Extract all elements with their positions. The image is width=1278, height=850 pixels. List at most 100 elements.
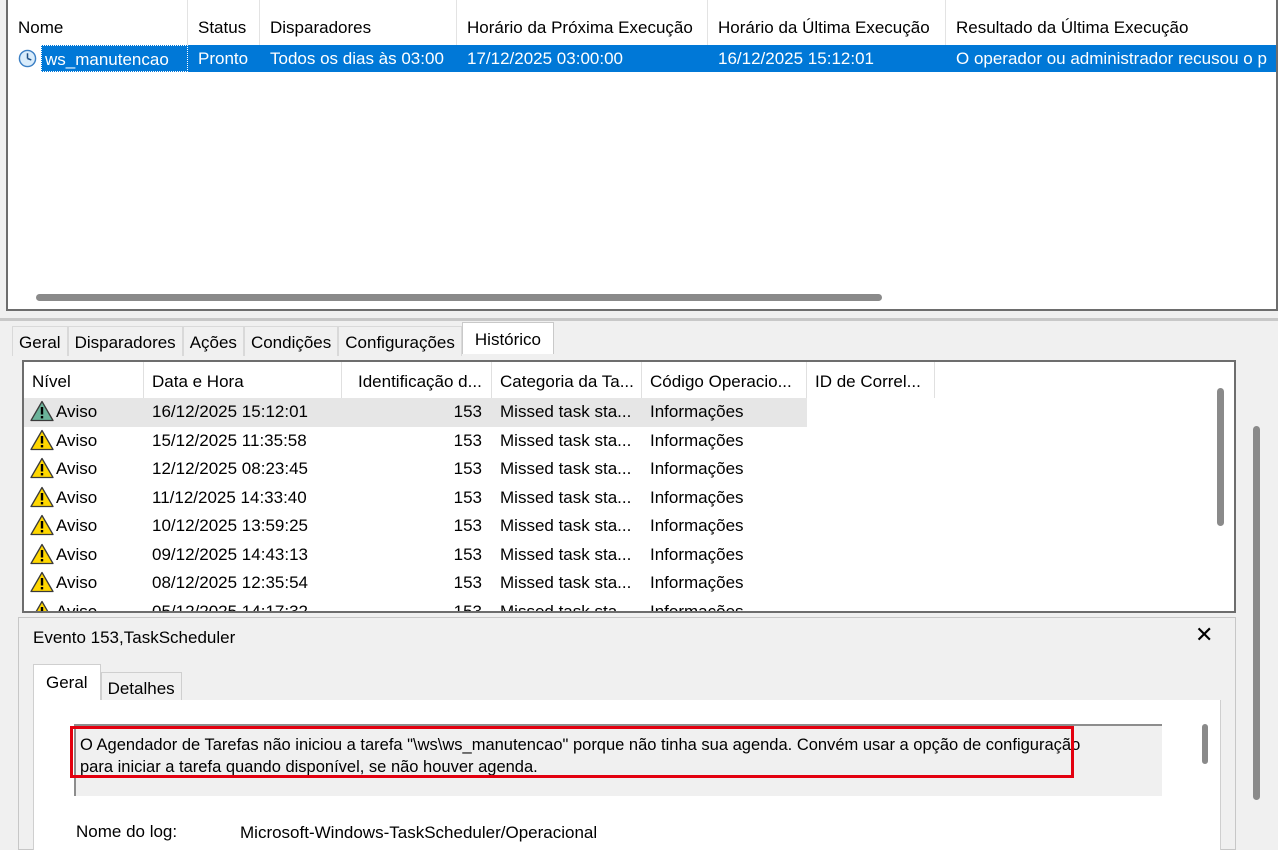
history-level: Aviso — [56, 573, 98, 592]
history-opcode: Informações — [650, 430, 744, 450]
highlight-annotation — [70, 726, 1074, 778]
warning-icon — [30, 514, 54, 536]
task-list-header: Nome Status Disparadores Horário da Próx… — [8, 0, 1276, 45]
history-level-cell: Aviso — [24, 541, 144, 570]
column-header-task-category[interactable]: Categoria da Ta... — [492, 362, 642, 398]
task-row-selected[interactable]: ws_manutencao Pronto Todos os dias às 03… — [8, 45, 1276, 72]
horizontal-scrollbar[interactable] — [36, 294, 882, 301]
history-event-id: 153 — [342, 398, 492, 427]
history-row[interactable]: Aviso 16/12/2025 15:12:01 153 Missed task s… — [24, 398, 935, 427]
history-event-id: 153 — [453, 544, 482, 564]
tab-settings[interactable]: Configurações — [338, 326, 462, 356]
history-row[interactable]: Aviso 09/12/2025 14:43:13 153 Missed task s… — [24, 541, 935, 570]
column-header-correlation-id[interactable]: ID de Correl... — [807, 362, 935, 398]
event-body: O Agendador de Tarefas não iniciou a tar… — [33, 700, 1221, 850]
event-tabs: Geral Detalhes — [33, 664, 182, 700]
history-correlation-id — [807, 484, 935, 513]
tab-actions[interactable]: Ações — [182, 326, 244, 356]
history-level-cell: Aviso — [24, 512, 144, 541]
history-row[interactable]: Aviso 10/12/2025 13:59:25 153 Missed task s… — [24, 512, 935, 541]
history-datetime: 09/12/2025 14:43:13 — [152, 544, 308, 564]
column-header-triggers[interactable]: Disparadores — [260, 0, 457, 45]
history-task-category: Missed task sta... — [500, 601, 632, 613]
history-task-category: Missed task sta... — [500, 430, 632, 450]
history-task-category: Missed task sta... — [500, 573, 632, 592]
tab-conditions[interactable]: Condições — [243, 326, 339, 356]
tab-general[interactable]: Geral — [12, 326, 68, 356]
task-last-result: O operador ou administrador recusou o p — [946, 45, 1276, 72]
log-name-value: Microsoft-Windows-TaskScheduler/Operacio… — [240, 823, 598, 842]
task-trigger: Todos os dias às 03:00 — [260, 45, 457, 72]
history-opcode: Informações — [650, 601, 744, 613]
history-row[interactable]: Aviso 05/12/2025 14:17:32 153 Missed task s… — [24, 598, 935, 613]
history-opcode: Informações — [642, 398, 807, 427]
history-level-cell: Aviso — [24, 484, 144, 513]
column-header-datetime[interactable]: Data e Hora — [144, 362, 342, 398]
task-name: ws_manutencao — [41, 45, 188, 72]
log-name-label: Nome do log: — [76, 822, 178, 841]
task-properties-tabs: Geral Disparadores Ações Condições Confi… — [12, 322, 555, 356]
event-tab-general[interactable]: Geral — [33, 664, 101, 700]
column-header-status[interactable]: Status — [188, 0, 260, 45]
task-next-run: 17/12/2025 03:00:00 — [457, 45, 708, 72]
event-vertical-scrollbar[interactable] — [1202, 724, 1208, 764]
column-header-name[interactable]: Nome — [8, 0, 188, 45]
event-detail-panel: Evento 153,TaskScheduler ✕ Geral Detalhe… — [18, 617, 1236, 850]
warning-icon — [30, 571, 54, 593]
history-level-cell: Aviso — [24, 598, 144, 613]
history-correlation-id — [807, 398, 935, 427]
history-datetime: 11/12/2025 14:33:40 — [152, 487, 307, 507]
history-task-category: Missed task sta... — [500, 544, 632, 564]
column-header-level[interactable]: Nível — [24, 362, 144, 398]
history-correlation-id — [807, 427, 935, 456]
history-row[interactable]: Aviso 11/12/2025 14:33:40 153 Missed task s… — [24, 484, 935, 513]
history-level: Aviso — [56, 544, 98, 564]
history-level: Aviso — [56, 516, 98, 535]
history-level: Aviso — [56, 459, 98, 478]
history-datetime: 12/12/2025 08:23:45 — [152, 459, 308, 478]
history-correlation-id — [807, 569, 935, 598]
close-icon[interactable]: ✕ — [1195, 624, 1213, 646]
task-status: Pronto — [188, 45, 260, 72]
column-header-last-result[interactable]: Resultado da Última Execução — [946, 0, 1276, 45]
splitter[interactable] — [0, 318, 1278, 321]
history-task-category: Missed task sta... — [492, 398, 642, 427]
task-name-cell[interactable]: ws_manutencao — [8, 45, 188, 72]
history-datetime: 10/12/2025 13:59:25 — [152, 516, 308, 535]
history-opcode: Informações — [650, 573, 744, 592]
history-level: Aviso — [56, 601, 98, 613]
history-datetime: 16/12/2025 15:12:01 — [144, 398, 342, 427]
history-level-cell: Aviso — [24, 455, 144, 484]
column-header-event-id[interactable]: Identificação d... — [342, 362, 492, 398]
pane-vertical-scrollbar[interactable] — [1253, 426, 1260, 800]
column-header-opcode[interactable]: Código Operacio... — [642, 362, 807, 398]
column-header-last-run[interactable]: Horário da Última Execução — [708, 0, 946, 45]
warning-icon — [30, 457, 54, 479]
history-task-category: Missed task sta... — [500, 516, 632, 535]
warning-icon — [30, 543, 54, 564]
history-opcode: Informações — [650, 487, 744, 507]
column-header-next-run[interactable]: Horário da Próxima Execução — [457, 0, 708, 45]
history-event-id: 153 — [453, 573, 482, 592]
history-event-id: 153 — [453, 601, 482, 613]
history-datetime: 15/12/2025 11:35:58 — [152, 430, 307, 450]
history-task-category: Missed task sta... — [500, 487, 632, 507]
history-level-cell: Aviso — [24, 427, 144, 456]
history-opcode: Informações — [650, 516, 744, 535]
tab-triggers[interactable]: Disparadores — [67, 326, 183, 356]
history-level-cell: Aviso — [24, 569, 144, 598]
history-vertical-scrollbar[interactable] — [1217, 388, 1224, 526]
tab-history[interactable]: Histórico — [461, 322, 555, 354]
event-tab-details[interactable]: Detalhes — [100, 672, 182, 700]
history-opcode: Informações — [650, 544, 744, 564]
warning-icon — [35, 600, 49, 611]
clock-icon — [18, 49, 37, 68]
history-row[interactable]: Aviso 08/12/2025 12:35:54 153 Missed task s… — [24, 569, 935, 598]
history-row[interactable]: Aviso 15/12/2025 11:35:58 153 Missed task s… — [24, 427, 935, 456]
history-row[interactable]: Aviso 12/12/2025 08:23:45 153 Missed task s… — [24, 455, 935, 484]
task-last-run: 16/12/2025 15:12:01 — [708, 45, 946, 72]
history-task-category: Missed task sta... — [500, 459, 632, 478]
history-list-panel: Nível Data e Hora Identificação d... Cat… — [22, 360, 1236, 613]
history-level-cell: Aviso — [24, 398, 144, 427]
history-header: Nível Data e Hora Identificação d... Cat… — [24, 362, 935, 398]
